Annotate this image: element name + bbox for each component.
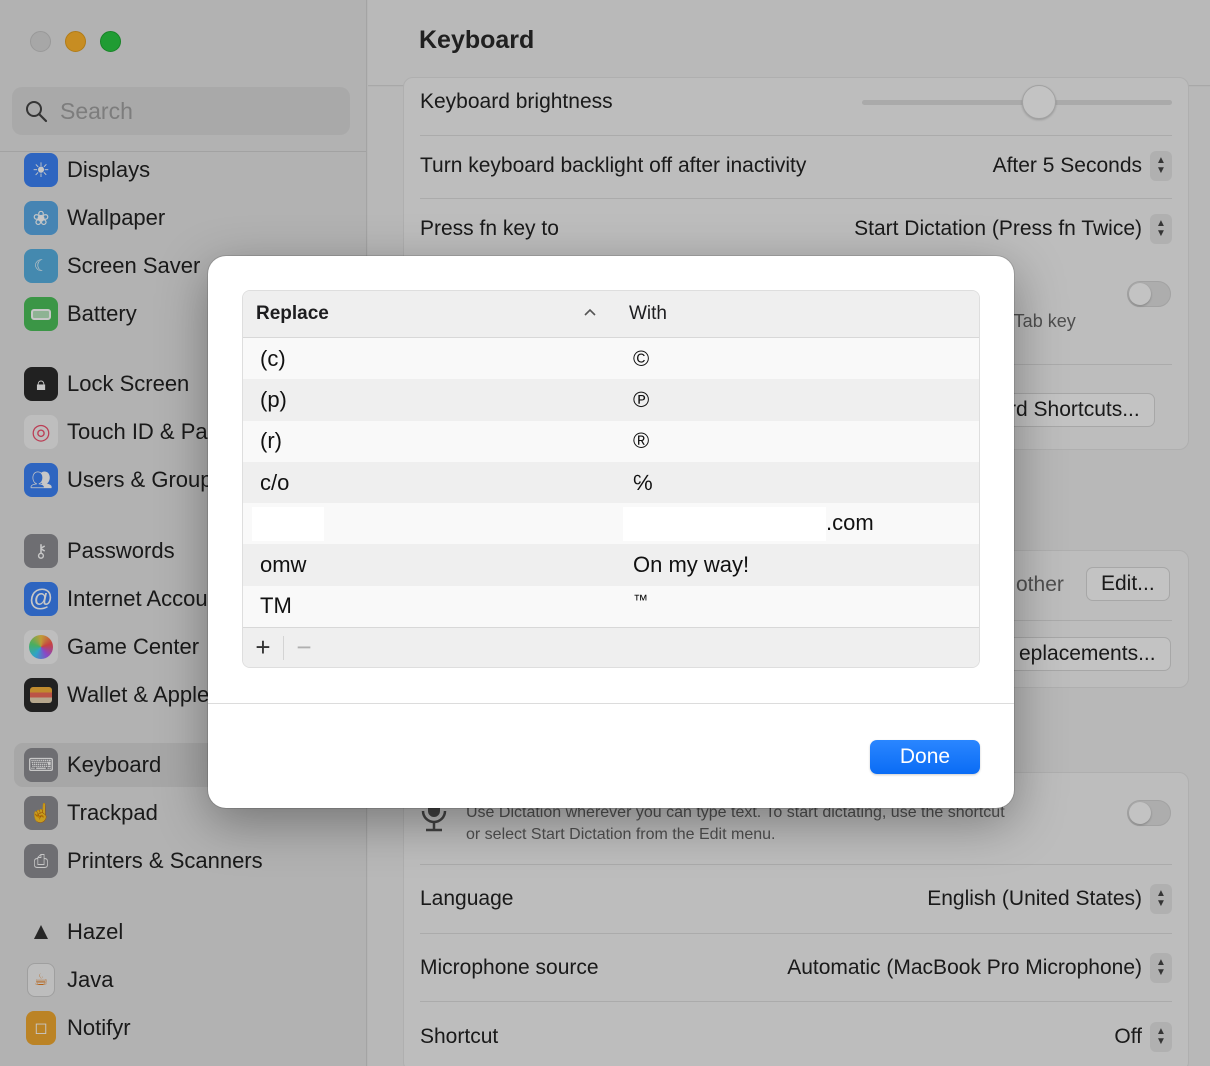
sheet-divider — [208, 703, 1014, 704]
remove-replacement-button[interactable]: − — [284, 628, 324, 668]
column-header-with[interactable]: With — [629, 303, 667, 325]
replace-cell: TM — [260, 593, 292, 619]
with-cell: ℗ — [633, 386, 650, 412]
redaction-block — [252, 506, 324, 541]
table-row[interactable]: omw On my way! — [243, 544, 979, 586]
with-cell: ® — [633, 428, 650, 454]
table-header: Replace With — [243, 291, 979, 338]
with-cell: On my way! — [633, 552, 750, 578]
table-body: (c) © (p) ℗ (r) ® c/o ℅ .com omw On my w… — [243, 338, 979, 628]
column-header-replace[interactable]: Replace — [256, 303, 329, 325]
sort-ascending-icon[interactable] — [583, 304, 597, 321]
replace-cell: c/o — [260, 469, 290, 495]
replace-cell: (c) — [260, 345, 286, 371]
replacements-table: Replace With (c) © (p) ℗ (r) ® c/o ℅ .co… — [242, 290, 980, 668]
replace-cell: omw — [260, 552, 307, 578]
table-row[interactable]: (p) ℗ — [243, 379, 979, 421]
with-cell: © — [633, 345, 650, 371]
with-cell: .com — [623, 506, 874, 541]
table-row[interactable]: c/o ℅ — [243, 461, 979, 504]
table-row[interactable]: (c) © — [243, 338, 979, 380]
redaction-block — [623, 506, 826, 541]
table-row[interactable]: .com — [243, 503, 979, 545]
table-row[interactable]: TM ™ — [243, 585, 979, 628]
table-footer: + − — [243, 627, 979, 667]
add-replacement-button[interactable]: + — [243, 628, 283, 668]
done-button[interactable]: Done — [870, 740, 980, 774]
text-replacements-sheet: Replace With (c) © (p) ℗ (r) ® c/o ℅ .co… — [208, 256, 1014, 808]
redacted-replace-cell — [252, 506, 324, 541]
replace-cell: (p) — [260, 386, 287, 412]
table-row[interactable]: (r) ® — [243, 420, 979, 462]
replace-cell: (r) — [260, 428, 282, 454]
with-cell: ™ — [633, 591, 648, 609]
with-cell: ℅ — [633, 469, 653, 495]
